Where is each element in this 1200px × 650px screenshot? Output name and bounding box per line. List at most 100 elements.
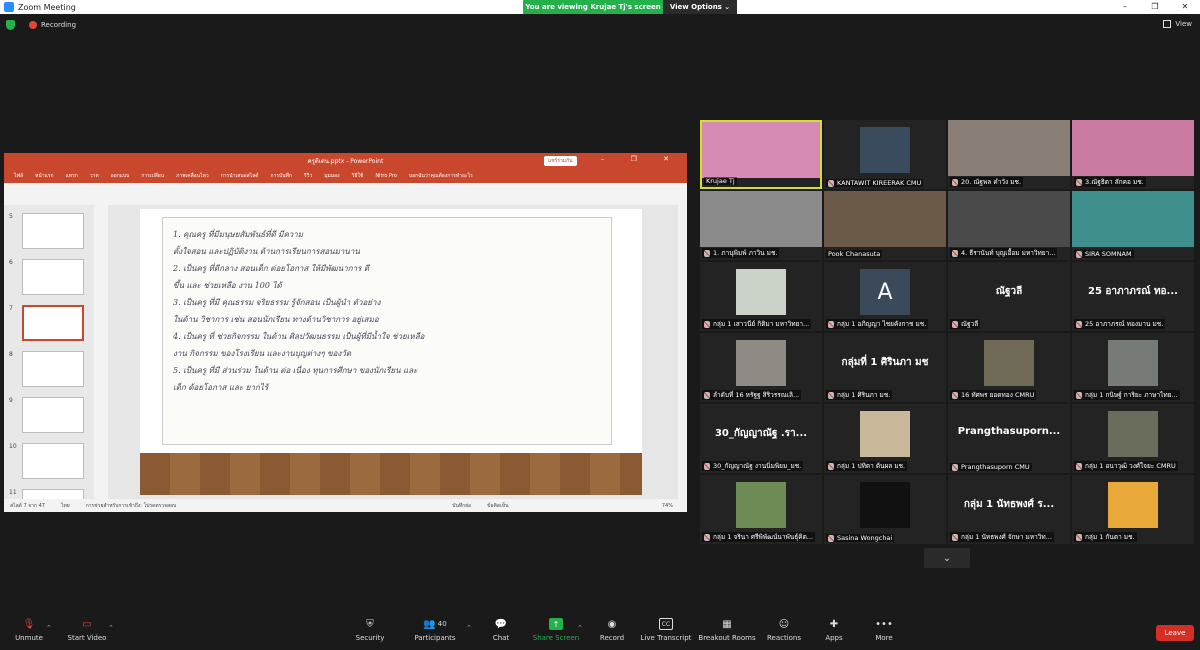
participant-tile[interactable]: 16 ทัศพร ยอดทอง CMRU (948, 333, 1070, 402)
handwritten-line: 2. เป็นครู ที่ดีกลาง สอนเด็ก ต่อยโอกาส ใ… (173, 264, 370, 273)
mic-muted-icon (952, 249, 958, 257)
participant-tile[interactable]: กลุ่ม 1 กันตา มช. (1072, 475, 1194, 544)
participant-tile[interactable]: Pook Chanasuta (824, 191, 946, 260)
live-transcript-button[interactable]: CC Live Transcript (631, 618, 701, 642)
security-shield-icon[interactable] (6, 20, 15, 30)
participant-tile[interactable]: 1. ภานุพิมพ์ ภาวิน มช. (700, 191, 822, 260)
record-icon: ◉ (607, 618, 617, 630)
slide-thumbnail[interactable] (22, 397, 84, 433)
participant-tile[interactable]: 20. ณัฐพล คำวัง มช. (948, 120, 1070, 189)
slide-thumbnail[interactable] (22, 213, 84, 249)
viewing-banner: You are viewing Krujae Tj's screen View … (523, 0, 737, 14)
ppt-tab[interactable]: มุมมอง (324, 172, 339, 180)
participant-name-label: กลุ่ม 1 จรินา ศรีพิพัฒน์นาพันธุ์คิต... (702, 532, 815, 542)
participant-name: ลำดับที่ 16 หรัฐฐ สิริวรรณเลิ... (713, 391, 800, 399)
accessibility-label[interactable]: การช่วยสำหรับการเข้าถึง: โปรดตรวจสอบ (86, 502, 177, 510)
mic-muted-icon (1076, 320, 1082, 328)
slide-thumbnail[interactable] (22, 351, 84, 387)
ppt-share-button[interactable]: แชร์ร่วมกัน (544, 156, 577, 166)
audio-options-caret[interactable]: ⌃ (46, 624, 52, 632)
security-label: Security (355, 634, 385, 642)
participant-tile[interactable]: กลุ่ม 1 จรินา ศรีพิพัฒน์นาพันธุ์คิต... (700, 475, 822, 544)
ppt-tab[interactable]: แทรก (66, 172, 78, 180)
participant-name-label: กลุ่ม 1 ศิรินภา มช. (826, 390, 893, 400)
ppt-window-controls[interactable]: – ❐ ✕ (601, 155, 681, 163)
participant-name: SIRA SOMNAM (1085, 250, 1132, 258)
leave-button[interactable]: Leave (1156, 625, 1194, 641)
mic-muted-icon (704, 533, 710, 541)
participant-name-label: ลำดับที่ 16 หรัฐฐ สิริวรรณเลิ... (702, 390, 802, 400)
participant-tile[interactable]: กลุ่ม 1 เสาวนีย์ กิติมา มหาวิทยา... (700, 262, 822, 331)
ppt-tab[interactable]: วิธีใช้ (352, 172, 364, 180)
handwritten-line: 1. คุณครู ที่มีมนุษยสัมพันธ์ที่ดี มีความ (173, 230, 304, 239)
participant-tile[interactable]: Krujae Tj (700, 120, 822, 189)
view-options-button[interactable]: View Options ⌄ (663, 0, 737, 14)
participant-display-name: กลุ่มที่ 1 ศิรินภา มช (841, 357, 929, 368)
notes-button[interactable]: บันทึกย่อ (452, 502, 471, 510)
participant-tile[interactable]: Sasina Wongchai (824, 475, 946, 544)
ppt-tab[interactable]: รีวิว (304, 172, 312, 180)
maximize-button[interactable]: ❐ (1140, 0, 1170, 14)
gallery-next-page-button[interactable]: ⌄ (924, 548, 970, 568)
ppt-tab[interactable]: Nitro Pro (375, 173, 397, 179)
participant-display-name: 25 อาภาภรณ์ ทอ... (1088, 286, 1178, 297)
participant-tile[interactable]: กลุ่ม 1 กนิษฐ์ การิยะ ภาษาไทย... (1072, 333, 1194, 402)
ppt-quick-tools (4, 183, 687, 191)
ppt-tab[interactable]: หน้าแรก (35, 172, 53, 180)
participant-tile[interactable]: 4. ธีรานันท์ บุญเอื้อม มหาวิทยา... (948, 191, 1070, 260)
participant-tile[interactable]: กลุ่ม 1 นัทธพงศ์ ร... กลุ่ม 1 นัทธพงศ์ จั… (948, 475, 1070, 544)
ppt-tab[interactable]: การเปลี่ยน (141, 172, 164, 180)
participant-name-label: กลุ่ม 1 นัทธพงศ์ จักษา มหาวิท... (950, 532, 1054, 542)
live-transcript-label: Live Transcript (640, 634, 692, 642)
ppt-tab[interactable]: การบันทึก (271, 172, 292, 180)
participant-display-name: 30_กัญญาณัฐ .รา... (714, 428, 808, 439)
ppt-tab[interactable]: บอกฉันว่าคุณต้องการทำอะไร (409, 172, 473, 180)
mic-muted-icon (952, 463, 958, 471)
participant-tile[interactable]: กลุ่ม 1 ปทิตา ต้นผล มช. (824, 404, 946, 473)
participant-name: กลุ่ม 1 อภิญญา ไชยคังกาช มช. (837, 320, 927, 328)
participant-tile[interactable]: A กลุ่ม 1 อภิญญา ไชยคังกาช มช. (824, 262, 946, 331)
slide-thumbnail[interactable] (22, 305, 84, 341)
participant-tile[interactable]: KANTAWIT KIREERAK CMU (824, 120, 946, 189)
security-button[interactable]: ⛨ Security (335, 618, 405, 643)
participant-name: Prangthasuporn CMU (961, 463, 1030, 471)
ppt-title: ครูดีเด่น.pptx - PowerPoint (307, 158, 384, 165)
comments-button[interactable]: ข้อคิดเห็น (487, 502, 508, 510)
slide-thumbnail[interactable] (22, 443, 84, 479)
minimize-button[interactable]: – (1110, 0, 1140, 14)
view-button[interactable]: View (1163, 20, 1192, 28)
ppt-tab[interactable]: วาด (90, 172, 99, 180)
participants-button[interactable]: 👥 40 Participants (400, 618, 470, 643)
mic-muted-icon (1076, 250, 1082, 258)
handwritten-line: งาน กิจกรรม ของโรงเรียน และงานบุญต่างๆ ข… (173, 349, 352, 358)
slide-thumbnail[interactable] (22, 259, 84, 295)
record-dot-icon (29, 21, 37, 29)
participant-video (1072, 120, 1194, 176)
close-button[interactable]: ✕ (1170, 0, 1200, 14)
participant-tile[interactable]: 3.ณัฐธิดา สักคอ มช. (1072, 120, 1194, 189)
mic-muted-icon (828, 320, 834, 328)
participant-tile[interactable]: กลุ่มที่ 1 ศิรินภา มชกลุ่ม 1 ศิรินภา มช. (824, 333, 946, 402)
participant-tile[interactable]: 30_กัญญาณัฐ .รา... 30_กัญญาณัฐ งานนิ่มพิย… (700, 404, 822, 473)
video-options-caret[interactable]: ⌃ (108, 624, 114, 632)
participant-tile[interactable]: Prangthasuporn... Prangthasuporn CMU (948, 404, 1070, 473)
participant-tile[interactable]: 25 อาภาภรณ์ ทอ... 25 อาภาภรณ์ ทองมาน มช. (1072, 262, 1194, 331)
participant-name: Pook Chanasuta (828, 250, 881, 258)
ppt-tab[interactable]: การนำเสนอสไลด์ (221, 172, 259, 180)
participant-photo (860, 411, 910, 457)
participant-tile[interactable]: ลำดับที่ 16 หรัฐฐ สิริวรรณเลิ... (700, 333, 822, 402)
participant-display-name: Prangthasuporn... (957, 426, 1061, 437)
more-button[interactable]: ••• More (849, 618, 919, 643)
participant-video (702, 122, 820, 178)
ppt-tab[interactable]: ออกแบบ (111, 172, 130, 180)
share-arrow-icon: ↑ (549, 618, 563, 630)
participant-tile[interactable]: ณัฐวลี ณัฐวลี (948, 262, 1070, 331)
ppt-tab[interactable]: ไฟล์ (14, 172, 23, 180)
participant-tile[interactable]: SIRA SOMNAM (1072, 191, 1194, 260)
participant-name-label: SIRA SOMNAM (1074, 250, 1134, 258)
ppt-tab[interactable]: ภาพเคลื่อนไหว (176, 172, 209, 180)
zoom-level[interactable]: 74% (662, 503, 673, 509)
participant-name: กลุ่ม 1 ศิรินภา มช. (837, 391, 891, 399)
participant-tile[interactable]: กลุ่ม 1 อนาวุฒิ วงศ์ใจยะ CMRU (1072, 404, 1194, 473)
mic-muted-icon (828, 391, 834, 399)
